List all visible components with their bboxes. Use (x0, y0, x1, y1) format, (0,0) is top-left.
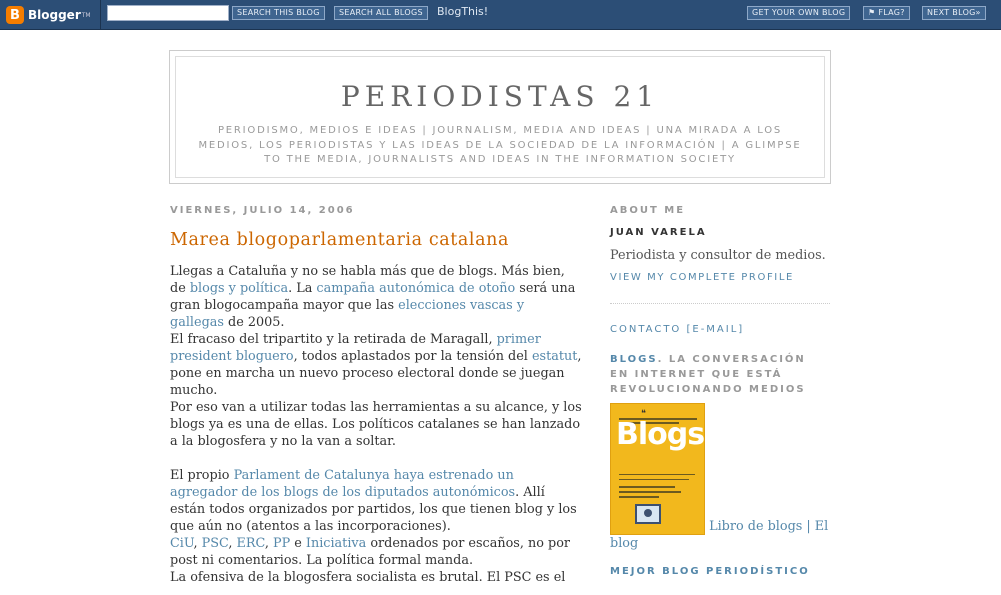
post-link-psc[interactable]: PSC (202, 536, 229, 551)
profile-name: Juan Varela (610, 227, 707, 238)
computer-screen-icon (635, 504, 661, 524)
contact-email-link[interactable]: Contacto [e-mail] (610, 324, 830, 335)
book-cover-text-line (619, 479, 689, 480)
post-link-blogs-politica[interactable]: blogs y política (190, 281, 288, 296)
get-your-own-blog-button[interactable]: GET YOUR OWN BLOG (747, 6, 851, 20)
post-paragraph: Por eso van a utilizar todas las herrami… (170, 399, 582, 450)
post-link-ciu[interactable]: CiU (170, 536, 194, 551)
book-block: ❝ Blogs Libro de blogs | El blog (610, 403, 830, 552)
profile-description: Periodista y consultor de medios. (610, 248, 826, 263)
blogger-logo-text: Blogger (28, 8, 81, 22)
about-me-heading: About Me (610, 205, 686, 216)
post-paragraph: El propio Parlament de Catalunya haya es… (170, 467, 582, 535)
blog-title[interactable]: PERIODISTAS 21 (176, 80, 824, 113)
blogthis-link[interactable]: BlogThis! (437, 5, 488, 18)
main-column: viernes, julio 14, 2006 Marea blogoparla… (170, 205, 582, 586)
blog-header-inner: PERIODISTAS 21 Periodismo, medios e idea… (175, 56, 825, 178)
post-text: El fracaso del tripartito y la retirada … (170, 332, 497, 347)
book-cover-text-line (619, 474, 695, 475)
blogger-b-icon: B (6, 6, 24, 24)
flag-button[interactable]: ⚑ FLAG? (863, 6, 910, 20)
post-text: La ofensiva de la blogosfera socialista … (170, 570, 566, 585)
blogger-logo-tm: TM (81, 11, 91, 19)
sidebar-divider (610, 303, 830, 304)
blogger-navbar: B Blogger TM SEARCH THIS BLOG SEARCH ALL… (0, 0, 1001, 30)
post-text: Por eso van a utilizar todas las herrami… (170, 400, 582, 449)
post-text: , todos aplastados por la tensión del (293, 349, 532, 364)
post-link-campana-autonomica[interactable]: campaña autonómica de otoño (316, 281, 515, 296)
post-date: viernes, julio 14, 2006 (170, 205, 355, 216)
blog-header: PERIODISTAS 21 Periodismo, medios e idea… (169, 50, 831, 184)
blogger-logo[interactable]: B Blogger TM (6, 6, 91, 24)
post-paragraph: El fracaso del tripartito y la retirada … (170, 331, 582, 399)
book-cover-authors-line (619, 486, 675, 488)
post-link-estatut[interactable]: estatut (532, 349, 577, 364)
post-link-iniciativa[interactable]: Iniciativa (306, 536, 366, 551)
blogs-book-heading-strong: Blogs (610, 354, 658, 365)
post-paragraph: CiU, PSC, ERC, PP e Iniciativa ordenados… (170, 535, 582, 569)
search-all-blogs-button[interactable]: SEARCH ALL BLOGS (334, 6, 428, 20)
post-text: , (228, 536, 237, 551)
blog-description: Periodismo, medios e ideas | Journalism,… (198, 125, 802, 165)
book-cover-title: Blogs (616, 417, 705, 452)
post-text: . La (288, 281, 317, 296)
post-text: , (264, 536, 273, 551)
post-title[interactable]: Marea blogoparlamentaria catalana (170, 230, 582, 250)
post-text: , (193, 536, 202, 551)
blogs-book-heading: Blogs. La conversación en Internet que e… (610, 352, 830, 397)
post-link-erc[interactable]: ERC (237, 536, 265, 551)
search-input[interactable] (107, 5, 229, 21)
book-cover-authors-line (619, 496, 659, 498)
book-cover-image[interactable]: ❝ Blogs (610, 403, 705, 535)
best-blog-heading: Mejor blog periodístico (610, 566, 810, 577)
post-link-pp[interactable]: PP (273, 536, 290, 551)
book-cover-authors-line (619, 491, 681, 493)
sidebar: About Me Juan Varela Periodista y consul… (610, 205, 830, 577)
post-paragraph: Llegas a Cataluña y no se habla más que … (170, 263, 582, 331)
navbar-divider (100, 0, 101, 30)
post-paragraph: La ofensiva de la blogosfera socialista … (170, 569, 582, 586)
search-this-blog-button[interactable]: SEARCH THIS BLOG (232, 6, 325, 20)
next-blog-button[interactable]: NEXT BLOG» (922, 6, 986, 20)
view-profile-link[interactable]: View my complete profile (610, 272, 830, 283)
post-text: e (290, 536, 306, 551)
post-body: Llegas a Cataluña y no se habla más que … (170, 263, 582, 586)
post-text: de 2005. (223, 315, 285, 330)
post-text: El propio (170, 468, 234, 483)
